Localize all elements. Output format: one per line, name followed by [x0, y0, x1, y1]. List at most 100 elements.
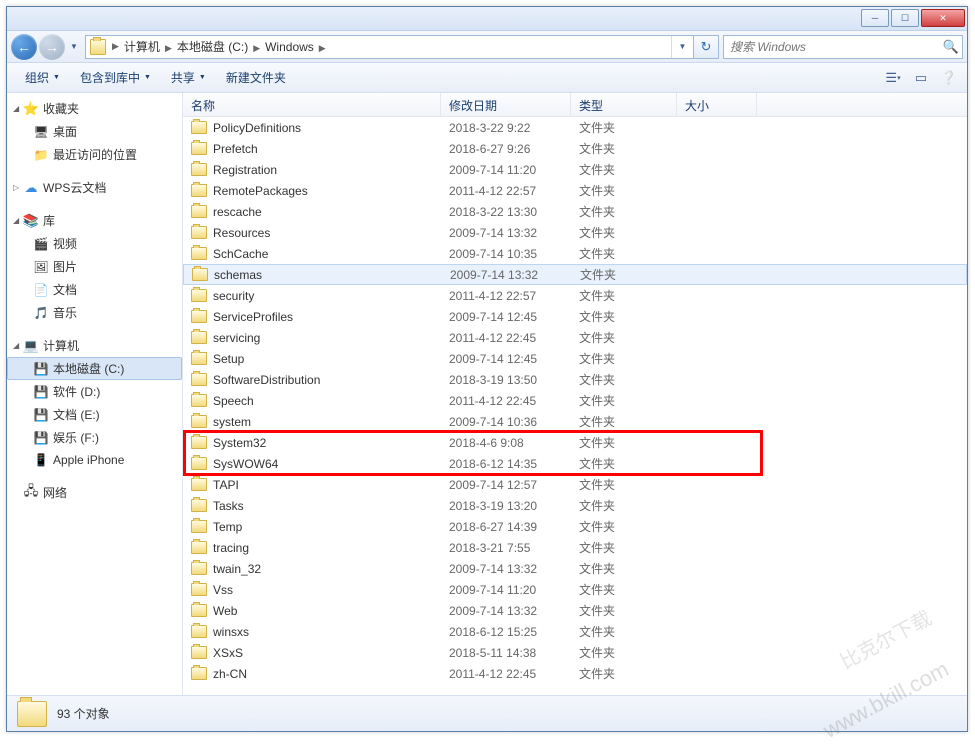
folder-icon — [191, 163, 207, 176]
drive-icon: 💾 — [33, 384, 49, 400]
status-bar: 93 个对象 — [7, 695, 967, 731]
preview-pane-icon[interactable]: ▭ — [911, 68, 931, 88]
table-row[interactable]: rescache2018-3-22 13:30文件夹 — [183, 201, 967, 222]
sidebar-item[interactable]: 💾娱乐 (F:) — [7, 426, 182, 449]
table-row[interactable]: tracing2018-3-21 7:55文件夹 — [183, 537, 967, 558]
search-box[interactable]: 🔍 — [723, 35, 963, 59]
view-options-icon[interactable]: ☰▾ — [883, 68, 903, 88]
drive-icon: 💾 — [33, 361, 49, 377]
sidebar-item[interactable]: 💾文档 (E:) — [7, 403, 182, 426]
table-row[interactable]: Tasks2018-3-19 13:20文件夹 — [183, 495, 967, 516]
table-row[interactable]: Speech2011-4-12 22:45文件夹 — [183, 390, 967, 411]
search-icon[interactable]: 🔍 — [940, 39, 962, 55]
table-row[interactable]: RemotePackages2011-4-12 22:57文件夹 — [183, 180, 967, 201]
drive-icon: 🖥 — [33, 124, 49, 140]
table-row[interactable]: SoftwareDistribution2018-3-19 13:50文件夹 — [183, 369, 967, 390]
search-input[interactable] — [724, 40, 940, 54]
folder-icon — [90, 39, 106, 55]
table-row[interactable]: SchCache2009-7-14 10:35文件夹 — [183, 243, 967, 264]
sidebar-computer[interactable]: ◢💻计算机 — [7, 334, 182, 357]
help-icon[interactable]: ❔ — [939, 68, 959, 88]
folder-icon — [191, 289, 207, 302]
column-date[interactable]: 修改日期 — [441, 93, 571, 116]
sidebar-item[interactable]: 💾软件 (D:) — [7, 380, 182, 403]
drive-icon: 🎬 — [33, 236, 49, 252]
address-dropdown-icon[interactable]: ▼ — [671, 36, 693, 58]
table-row[interactable]: XSxS2018-5-11 14:38文件夹 — [183, 642, 967, 663]
table-row[interactable]: servicing2011-4-12 22:45文件夹 — [183, 327, 967, 348]
table-row[interactable]: Vss2009-7-14 11:20文件夹 — [183, 579, 967, 600]
folder-icon — [191, 247, 207, 260]
folder-icon — [191, 541, 207, 554]
chevron-right-icon[interactable]: ▶ — [317, 43, 328, 53]
table-row[interactable]: Prefetch2018-6-27 9:26文件夹 — [183, 138, 967, 159]
sidebar-wps[interactable]: ▷☁WPS云文档 — [7, 176, 182, 199]
sidebar-libraries[interactable]: ◢📚库 — [7, 209, 182, 232]
table-row[interactable]: SysWOW642018-6-12 14:35文件夹 — [183, 453, 967, 474]
table-row[interactable]: schemas2009-7-14 13:32文件夹 — [183, 264, 967, 285]
organize-button[interactable]: 组织▼ — [15, 63, 70, 92]
table-row[interactable]: Web2009-7-14 13:32文件夹 — [183, 600, 967, 621]
folder-icon — [191, 184, 207, 197]
folder-icon — [191, 121, 207, 134]
close-button[interactable]: ✕ — [921, 9, 965, 27]
content-pane: 名称 修改日期 类型 大小 PolicyDefinitions2018-3-22… — [183, 93, 967, 695]
back-button[interactable]: ← — [11, 34, 37, 60]
column-size[interactable]: 大小 — [677, 93, 757, 116]
sidebar-item[interactable]: 🎬视频 — [7, 232, 182, 255]
table-row[interactable]: winsxs2018-6-12 15:25文件夹 — [183, 621, 967, 642]
table-row[interactable]: Registration2009-7-14 11:20文件夹 — [183, 159, 967, 180]
table-row[interactable]: Resources2009-7-14 13:32文件夹 — [183, 222, 967, 243]
nav-bar: ← → ▼ ▶ 计算机▶本地磁盘 (C:)▶Windows▶ ▼ ↻ 🔍 — [7, 31, 967, 63]
sidebar-item[interactable]: 📱Apple iPhone — [7, 449, 182, 471]
address-bar[interactable]: ▶ 计算机▶本地磁盘 (C:)▶Windows▶ ▼ — [85, 35, 694, 59]
table-row[interactable]: security2011-4-12 22:57文件夹 — [183, 285, 967, 306]
include-library-button[interactable]: 包含到库中▼ — [70, 63, 161, 92]
folder-icon — [17, 701, 47, 727]
column-name[interactable]: 名称 — [183, 93, 441, 116]
sidebar-item[interactable]: 🎵音乐 — [7, 301, 182, 324]
folder-icon — [191, 457, 207, 470]
breadcrumb-item[interactable]: 本地磁盘 (C:) — [174, 40, 251, 54]
chevron-right-icon[interactable]: ▶ — [110, 41, 121, 52]
new-folder-button[interactable]: 新建文件夹 — [216, 63, 296, 92]
folder-icon — [191, 142, 207, 155]
sidebar-favorites[interactable]: ◢⭐收藏夹 — [7, 97, 182, 120]
table-row[interactable]: zh-CN2011-4-12 22:45文件夹 — [183, 663, 967, 684]
refresh-button[interactable]: ↻ — [693, 35, 719, 59]
table-row[interactable]: twain_322009-7-14 13:32文件夹 — [183, 558, 967, 579]
sidebar-item[interactable]: 🖼图片 — [7, 255, 182, 278]
table-row[interactable]: ServiceProfiles2009-7-14 12:45文件夹 — [183, 306, 967, 327]
share-button[interactable]: 共享▼ — [161, 63, 216, 92]
titlebar: ─ ☐ ✕ — [7, 7, 967, 31]
sidebar-item[interactable]: 💾本地磁盘 (C:) — [7, 357, 182, 380]
folder-icon — [191, 394, 207, 407]
sidebar-network[interactable]: 🖧网络 — [7, 481, 182, 504]
breadcrumb-item[interactable]: 计算机 — [121, 40, 163, 54]
column-headers: 名称 修改日期 类型 大小 — [183, 93, 967, 117]
chevron-right-icon[interactable]: ▶ — [251, 43, 262, 53]
minimize-button[interactable]: ─ — [861, 9, 889, 27]
table-row[interactable]: system2009-7-14 10:36文件夹 — [183, 411, 967, 432]
sidebar-item[interactable]: 📄文档 — [7, 278, 182, 301]
folder-icon — [191, 205, 207, 218]
cloud-icon: ☁ — [23, 180, 39, 196]
column-type[interactable]: 类型 — [571, 93, 677, 116]
folder-icon — [191, 373, 207, 386]
folder-icon — [191, 226, 207, 239]
table-row[interactable]: Temp2018-6-27 14:39文件夹 — [183, 516, 967, 537]
history-dropdown-icon[interactable]: ▼ — [67, 35, 81, 59]
maximize-button[interactable]: ☐ — [891, 9, 919, 27]
breadcrumb-item[interactable]: Windows — [262, 40, 317, 54]
chevron-right-icon[interactable]: ▶ — [163, 43, 174, 53]
table-row[interactable]: TAPI2009-7-14 12:57文件夹 — [183, 474, 967, 495]
table-row[interactable]: System322018-4-6 9:08文件夹 — [183, 432, 967, 453]
table-row[interactable]: PolicyDefinitions2018-3-22 9:22文件夹 — [183, 117, 967, 138]
forward-button[interactable]: → — [39, 34, 65, 60]
folder-icon — [191, 625, 207, 638]
sidebar-item[interactable]: 🖥桌面 — [7, 120, 182, 143]
toolbar: 组织▼ 包含到库中▼ 共享▼ 新建文件夹 ☰▾ ▭ ❔ — [7, 63, 967, 93]
sidebar-item[interactable]: 📁最近访问的位置 — [7, 143, 182, 166]
table-row[interactable]: Setup2009-7-14 12:45文件夹 — [183, 348, 967, 369]
file-list[interactable]: PolicyDefinitions2018-3-22 9:22文件夹Prefet… — [183, 117, 967, 695]
